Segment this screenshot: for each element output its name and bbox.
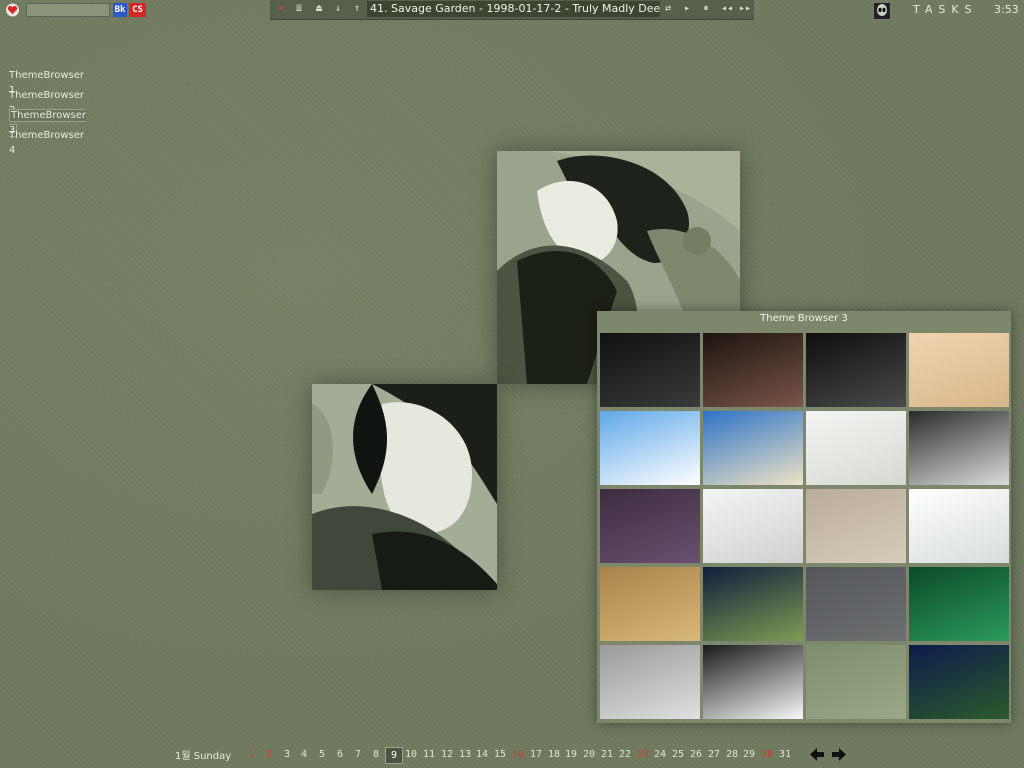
theme-browser-title[interactable]: Theme Browser 3 (597, 311, 1011, 329)
forward-icon[interactable]: ▸▸ (736, 2, 754, 16)
calendar-day-15[interactable]: 15 (492, 747, 508, 762)
calendar-day-9[interactable]: 9 (385, 747, 403, 764)
theme-thumbnail-purple-dress[interactable] (600, 489, 700, 563)
calendar-day-27[interactable]: 27 (706, 747, 722, 762)
arrow-right-icon[interactable] (831, 747, 847, 762)
theme-thumbnail-white-corridor[interactable] (909, 489, 1009, 563)
theme-thumbnail-ashtray[interactable] (806, 333, 906, 407)
theme-thumbnail-gray-sketch[interactable] (806, 567, 906, 641)
pause-icon[interactable]: ⏸ (699, 2, 713, 16)
calendar-day-18[interactable]: 18 (546, 747, 562, 762)
theme-thumbnail-sepia-girl[interactable] (600, 567, 700, 641)
shuffle-icon[interactable]: ⇄ (661, 2, 675, 16)
play-icon[interactable]: ▸ (680, 2, 694, 16)
theme-thumbnail-night-landscape[interactable] (703, 567, 803, 641)
calendar-day-29[interactable]: 29 (741, 747, 757, 762)
calendar-day-20[interactable]: 20 (581, 747, 597, 762)
desktop-item-3[interactable]: ThemeBrowser 3 (9, 108, 89, 137)
calendar-day-8[interactable]: 8 (368, 747, 384, 762)
theme-thumbnail-bw-dancer[interactable] (703, 645, 803, 719)
run-command-input[interactable] (26, 3, 110, 17)
calendar-day-24[interactable]: 24 (652, 747, 668, 762)
calendar-day-11[interactable]: 11 (421, 747, 437, 762)
badge-bk[interactable]: Bk (113, 3, 127, 17)
eject-icon[interactable]: ⏏ (312, 2, 326, 16)
calendar-day-5[interactable]: 5 (314, 747, 330, 762)
desktop-item-2[interactable]: ThemeBrowser 2 (9, 88, 89, 116)
calendar-day-12[interactable]: 12 (439, 747, 455, 762)
calendar-day-28[interactable]: 28 (724, 747, 740, 762)
desktop-list: ThemeBrowser 1 ThemeBrowser 2 ThemeBrows… (9, 68, 89, 156)
calendar-day-3[interactable]: 3 (279, 747, 295, 762)
wallpaper-art-lower (312, 384, 497, 590)
close-icon[interactable]: × (274, 2, 288, 16)
desktop-item-4[interactable]: ThemeBrowser 4 (9, 128, 89, 156)
arrow-up-icon[interactable]: ↑ (350, 2, 364, 16)
alien-icon[interactable] (873, 2, 891, 20)
calendar-month-label: 1월 Sunday (175, 751, 232, 762)
calendar-day-14[interactable]: 14 (474, 747, 490, 762)
calendar-day-7[interactable]: 7 (350, 747, 366, 762)
tasks-label[interactable]: TASKS (913, 3, 978, 16)
theme-thumbnail-orange-cap-girl[interactable] (909, 333, 1009, 407)
theme-thumbnail-white-studio-pose[interactable] (703, 489, 803, 563)
calendar-day-13[interactable]: 13 (457, 747, 473, 762)
calendar-day-10[interactable]: 10 (403, 747, 419, 762)
theme-thumbnail-street-scene[interactable] (600, 645, 700, 719)
theme-thumbnail-woman-drinking[interactable] (806, 411, 906, 485)
now-playing-title[interactable]: 41. Savage Garden - 1998-01-17-2 - Truly… (367, 1, 660, 17)
theme-thumbnail-sunburst-sitting[interactable] (806, 489, 906, 563)
playlist-icon[interactable]: ≣ (292, 2, 306, 16)
calendar-day-25[interactable]: 25 (670, 747, 686, 762)
anime-face-illustration (312, 384, 497, 590)
calendar-day-4[interactable]: 4 (296, 747, 312, 762)
theme-thumbnail-dark-portrait[interactable] (600, 333, 700, 407)
theme-thumbnail-framed-photos[interactable] (806, 645, 906, 719)
calendar-day-16[interactable]: 16 (510, 747, 526, 762)
arrow-left-icon[interactable] (809, 747, 825, 762)
theme-thumbnail-girl-in-frame[interactable] (909, 645, 1009, 719)
badge-cs[interactable]: CS (129, 3, 146, 17)
calendar-day-6[interactable]: 6 (332, 747, 348, 762)
desktop-item-1[interactable]: ThemeBrowser 1 (9, 68, 89, 96)
calendar-day-21[interactable]: 21 (599, 747, 615, 762)
rewind-icon[interactable]: ◂◂ (718, 2, 736, 16)
calendar-bar: 1월 Sunday 1 2 3 4 5 6 7 8 9 10 11 12 13 14 15 16 17 18 19 2… (175, 745, 855, 765)
theme-thumbnail-beach-sailboat[interactable] (703, 411, 803, 485)
media-player-bar: × ≣ ⏏ ↓ ↑ 41. Savage Garden - 1998-01-17… (270, 0, 754, 20)
theme-thumbnail-lying-woman[interactable] (703, 333, 803, 407)
calendar-day-30[interactable]: 30 (759, 747, 775, 762)
calendar-day-22[interactable]: 22 (617, 747, 633, 762)
heart-icon[interactable] (5, 3, 20, 17)
calendar-day-19[interactable]: 19 (563, 747, 579, 762)
calendar-day-31[interactable]: 31 (777, 747, 793, 762)
theme-thumbnail-merry-christmas[interactable] (600, 411, 700, 485)
theme-thumbnail-waterfall[interactable] (909, 567, 1009, 641)
calendar-day-26[interactable]: 26 (688, 747, 704, 762)
theme-browser-window: Theme Browser 3 (597, 311, 1011, 723)
calendar-day-1[interactable]: 1 (243, 747, 259, 762)
top-panel: Bk CS × ≣ ⏏ ↓ ↑ 41. Savage Garden - 1998… (0, 0, 1024, 20)
calendar-day-17[interactable]: 17 (528, 747, 544, 762)
calendar-day-2[interactable]: 2 (261, 747, 277, 762)
arrow-down-icon[interactable]: ↓ (331, 2, 345, 16)
calendar-day-23[interactable]: 23 (635, 747, 651, 762)
theme-thumbnail-three-faces[interactable] (909, 411, 1009, 485)
clock: 3:53 (994, 3, 1019, 16)
